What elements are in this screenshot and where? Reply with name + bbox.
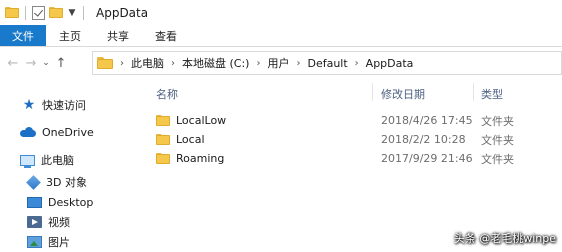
file-name-cell: Roaming <box>156 149 224 168</box>
column-header-type[interactable]: 类型 <box>481 86 503 102</box>
sidebar-item-label: Desktop <box>48 195 94 209</box>
table-row[interactable]: Local 2018/2/2 10:28 文件夹 <box>146 130 562 149</box>
properties-check-icon[interactable] <box>32 5 45 20</box>
chevron-right-icon[interactable]: › <box>171 58 175 69</box>
computer-icon <box>20 154 35 168</box>
toolbar-divider <box>25 5 26 20</box>
sidebar-item-pictures[interactable]: 图片 <box>27 232 70 252</box>
sidebar-item-label: OneDrive <box>42 125 94 139</box>
breadcrumb-users[interactable]: 用户 <box>267 55 289 71</box>
sidebar-item-label: 视频 <box>48 216 70 229</box>
sidebar-item-3d-objects[interactable]: 3D 对象 <box>26 172 87 192</box>
sidebar-item-this-pc[interactable]: 此电脑 <box>20 150 74 170</box>
quick-access-toolbar: ▼ <box>0 5 86 20</box>
sidebar-item-onedrive[interactable]: OneDrive <box>20 122 94 142</box>
back-arrow-icon[interactable]: ← <box>4 53 22 73</box>
folder-icon[interactable] <box>5 6 19 19</box>
file-name-cell: LocalLow <box>156 111 226 130</box>
sidebar-item-label: 图片 <box>48 236 70 249</box>
file-name: LocalLow <box>176 114 227 127</box>
file-name-cell: Local <box>156 130 205 149</box>
pictures-icon <box>27 236 42 248</box>
column-header-date[interactable]: 修改日期 <box>381 86 425 102</box>
pane-divider[interactable] <box>144 78 145 252</box>
sidebar-item-label: 3D 对象 <box>46 176 87 189</box>
address-folder-icon <box>97 56 113 70</box>
column-divider[interactable] <box>372 83 373 101</box>
file-type: 文件夹 <box>481 133 514 147</box>
desktop-icon <box>27 196 42 208</box>
folder-icon <box>156 114 170 127</box>
file-type: 文件夹 <box>481 114 514 128</box>
file-date: 2018/2/2 10:28 <box>381 133 466 146</box>
tab-home[interactable]: 主页 <box>46 25 94 46</box>
tab-file[interactable]: 文件 <box>0 25 46 46</box>
folder-icon <box>156 133 170 146</box>
sidebar-item-label: 快速访问 <box>42 99 86 112</box>
breadcrumb-local-disk[interactable]: 本地磁盘 (C:) <box>182 55 249 71</box>
chevron-right-icon[interactable]: › <box>120 58 124 69</box>
toolbar-divider <box>83 5 84 20</box>
navigation-bar: ← → ⌄ ↑ › 此电脑 › 本地磁盘 (C:) › 用户 › Default… <box>0 48 562 78</box>
3d-objects-icon <box>26 174 41 190</box>
file-date: 2018/4/26 17:45 <box>381 114 473 127</box>
star-icon: ★ <box>22 97 36 113</box>
sidebar-item-quick-access[interactable]: ★ 快速访问 <box>22 95 86 115</box>
column-divider[interactable] <box>473 83 474 101</box>
address-bar[interactable]: › 此电脑 › 本地磁盘 (C:) › 用户 › Default › AppDa… <box>92 51 562 75</box>
video-icon <box>27 216 42 228</box>
ribbon-tabs: 文件 主页 共享 查看 <box>0 25 562 47</box>
folder-icon <box>156 152 170 165</box>
title-bar: ▼ AppData <box>0 0 562 25</box>
column-header-name[interactable]: 名称 <box>156 86 178 102</box>
sidebar-item-desktop[interactable]: Desktop <box>27 192 93 212</box>
recent-locations-chevron-icon[interactable]: ⌄ <box>40 53 52 73</box>
table-row[interactable]: Roaming 2017/9/29 21:46 文件夹 <box>146 149 562 168</box>
chevron-right-icon[interactable]: › <box>256 58 260 69</box>
tab-view[interactable]: 查看 <box>142 25 190 46</box>
tab-share[interactable]: 共享 <box>94 25 142 46</box>
sidebar-item-videos[interactable]: 视频 <box>27 212 70 232</box>
breadcrumb-appdata[interactable]: AppData <box>366 57 414 70</box>
forward-arrow-icon[interactable]: → <box>22 53 40 73</box>
onedrive-cloud-icon <box>20 127 36 137</box>
navigation-pane: ★ 快速访问 OneDrive 此电脑 3D 对象 Desktop 视频 图片 <box>0 78 142 252</box>
file-type: 文件夹 <box>481 152 514 166</box>
file-name: Local <box>176 133 205 146</box>
up-arrow-icon[interactable]: ↑ <box>52 53 70 73</box>
new-folder-icon[interactable] <box>49 6 63 19</box>
file-list: 名称 修改日期 类型 LocalLow 2018/4/26 17:45 文件夹 … <box>146 78 562 252</box>
table-row[interactable]: LocalLow 2018/4/26 17:45 文件夹 <box>146 111 562 130</box>
breadcrumb-default[interactable]: Default <box>307 57 347 70</box>
chevron-right-icon[interactable]: › <box>355 58 359 69</box>
chevron-right-icon[interactable]: › <box>296 58 300 69</box>
file-date: 2017/9/29 21:46 <box>381 152 473 165</box>
sidebar-item-label: 此电脑 <box>41 154 74 167</box>
file-name: Roaming <box>176 152 225 165</box>
breadcrumb-this-pc[interactable]: 此电脑 <box>131 55 164 71</box>
watermark-text: 头条 @老毛桃winpe <box>453 232 556 245</box>
window-title: AppData <box>96 5 149 20</box>
customize-toolbar-chevron-icon[interactable]: ▼ <box>67 8 77 18</box>
